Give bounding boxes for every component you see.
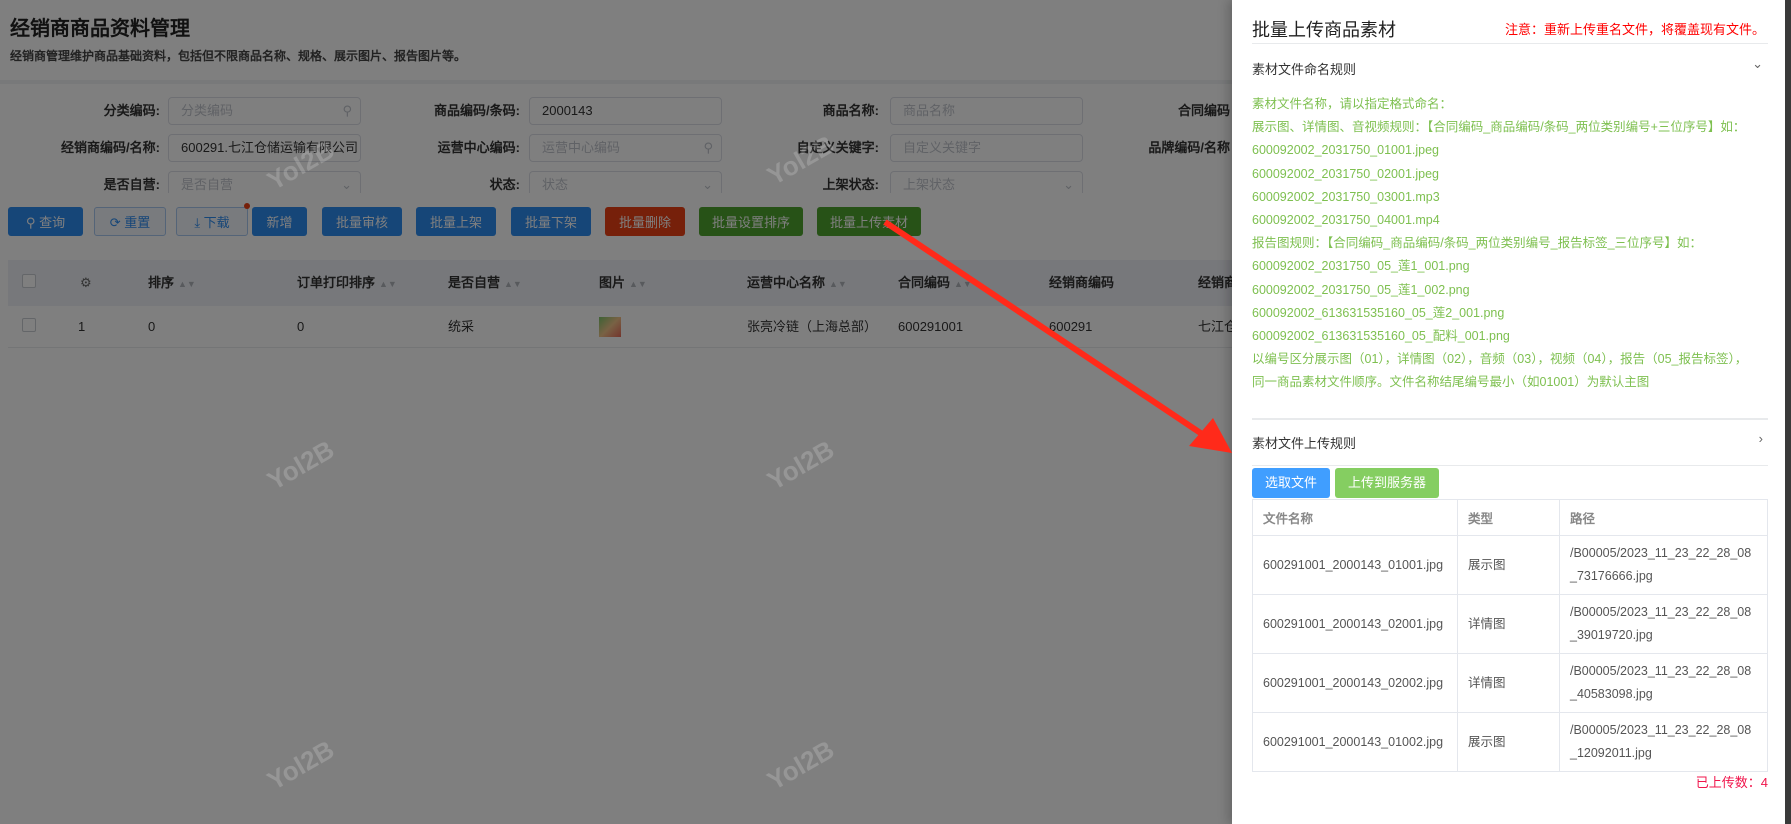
column-header: 文件名称 xyxy=(1252,499,1458,536)
file-path: /B00005/2023_11_23_22_28_08_73176666.jpg xyxy=(1559,535,1768,595)
uploaded-files-table: 文件名称 类型 路径 600291001_2000143_01001.jpg 展示… xyxy=(1252,499,1768,772)
rule-line: 600092002_2031750_04001.mp4 xyxy=(1252,213,1440,228)
rule-line: 600092002_2031750_03001.mp3 xyxy=(1252,189,1440,204)
file-path: /B00005/2023_11_23_22_28_08_39019720.jpg xyxy=(1559,594,1768,654)
column-header: 类型 xyxy=(1457,499,1560,536)
rule-line: 报告图规则：【合同编码_商品编码/条码_两位类别编号_报告标签_三位序号】如： xyxy=(1252,236,1703,251)
file-path: /B00005/2023_11_23_22_28_08_40583098.jpg xyxy=(1559,653,1768,713)
divider xyxy=(1252,465,1768,466)
file-row: 600291001_2000143_01002.jpg 展示图/B00005/20… xyxy=(1252,712,1768,772)
naming-rules-text: 素材文件名称，请以指定格式命名： 展示图、详情图、音视频规则：【合同编码_商品编… xyxy=(1252,93,1747,395)
watermark: Yol2B xyxy=(762,734,840,796)
file-type: 详情图 xyxy=(1457,653,1560,713)
uploaded-count: 已上传数：4 xyxy=(1695,775,1768,790)
watermark: Yol2B xyxy=(762,434,840,496)
file-type: 展示图 xyxy=(1457,535,1560,595)
file-type: 详情图 xyxy=(1457,594,1560,654)
watermark: Yol2B xyxy=(262,434,340,496)
file-name: 600291001_2000143_02001.jpg xyxy=(1252,594,1458,654)
upload-rules-collapse-header[interactable]: 素材文件上传规则 xyxy=(1252,433,1356,452)
select-files-button[interactable]: 选取文件 xyxy=(1252,468,1330,498)
file-name: 600291001_2000143_01001.jpg xyxy=(1252,535,1458,595)
rule-line: 同一商品素材文件顺序。文件名称结尾编号最小（如01001）为默认主图 xyxy=(1252,375,1650,390)
rule-line: 600092002_613631535160_05_配料_001.png xyxy=(1252,329,1510,344)
overwrite-notice: 注意：重新上传重名文件，将覆盖现有文件。 xyxy=(1504,22,1765,37)
column-header: 路径 xyxy=(1559,499,1768,536)
rule-line: 600092002_2031750_05_莲1_001.png xyxy=(1252,259,1470,274)
watermark: Yol2B xyxy=(262,734,340,796)
rule-line: 以编号区分展示图（01），详情图（02），音频（03），视频（04），报告（05… xyxy=(1252,352,1748,367)
rule-line: 600092002_613631535160_05_莲2_001.png xyxy=(1252,305,1505,320)
table-header-row: 文件名称 类型 路径 xyxy=(1252,499,1768,536)
file-name: 600291001_2000143_02002.jpg xyxy=(1252,653,1458,713)
batch-upload-drawer: 批量上传商品素材 注意：重新上传重名文件，将覆盖现有文件。 素材文件命名规则 ⌄… xyxy=(1232,0,1785,824)
file-path: /B00005/2023_11_23_22_28_08_12092011.jpg xyxy=(1559,712,1768,772)
chevron-right-icon[interactable]: › xyxy=(1759,431,1763,446)
watermark: Yol2B xyxy=(262,134,340,196)
chevron-down-icon[interactable]: ⌄ xyxy=(1752,56,1763,72)
rule-line: 展示图、详情图、音视频规则：【合同编码_商品编码/条码_两位类别编号+三位序号】… xyxy=(1252,120,1746,135)
rule-line: 600092002_2031750_05_莲1_002.png xyxy=(1252,282,1470,297)
rule-line: 素材文件名称，请以指定格式命名： xyxy=(1252,97,1453,111)
divider xyxy=(1252,418,1768,420)
rule-line: 600092002_2031750_02001.jpeg xyxy=(1252,166,1439,181)
file-type: 展示图 xyxy=(1457,712,1560,772)
watermark: Yol2B xyxy=(762,129,840,191)
file-name: 600291001_2000143_01002.jpg xyxy=(1252,712,1458,772)
window-edge xyxy=(1785,0,1791,824)
file-row: 600291001_2000143_02001.jpg 详情图/B00005/20… xyxy=(1252,594,1768,654)
file-row: 600291001_2000143_01001.jpg 展示图/B00005/20… xyxy=(1252,535,1768,595)
naming-rules-collapse-header[interactable]: 素材文件命名规则 xyxy=(1252,59,1356,78)
rule-line: 600092002_2031750_01001.jpeg xyxy=(1252,143,1439,158)
drawer-title: 批量上传商品素材 xyxy=(1252,20,1396,40)
divider xyxy=(1252,43,1768,44)
file-row: 600291001_2000143_02002.jpg 详情图/B00005/20… xyxy=(1252,653,1768,713)
upload-to-server-button[interactable]: 上传到服务器 xyxy=(1335,468,1439,498)
